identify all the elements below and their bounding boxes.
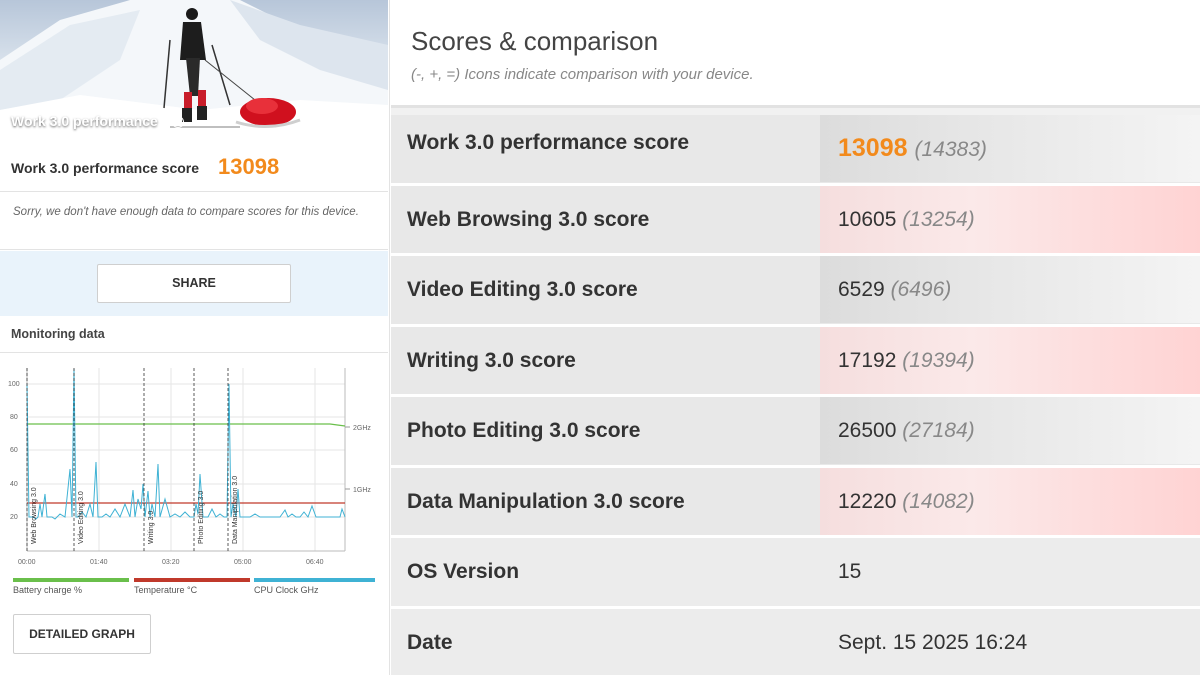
share-button[interactable]: SHARE: [97, 264, 291, 303]
row-name: Web Browsing 3.0 score: [407, 207, 650, 231]
row-date: Date Sept. 15 2025 16:24: [391, 608, 1200, 675]
marker-label: Web Browsing 3.0: [31, 487, 38, 544]
row-value: Sept. 15 2025 16:24: [838, 630, 1028, 654]
y-tick: 40: [10, 481, 18, 488]
row-name: Date: [407, 630, 453, 654]
score-value: 13098: [218, 154, 280, 179]
row-compare: (27184): [902, 419, 975, 442]
score-row-photo-editing: Photo Editing 3.0 score 26500 (27184): [391, 397, 1200, 468]
x-tick: 05:00: [234, 559, 252, 566]
row-name: Work 3.0 performance score: [407, 131, 690, 154]
row-value: 15: [838, 560, 862, 583]
row-value: 26500: [838, 419, 897, 442]
value-cell: 26500 (27184): [820, 397, 1200, 464]
info-icon[interactable]: i: [172, 116, 184, 128]
row-compare: (19394): [902, 348, 975, 372]
cpu-clock-series: [26, 368, 346, 520]
row-name: OS Version: [407, 560, 520, 583]
legend-swatch: [13, 578, 129, 582]
scores-header: Scores & comparison (-, +, =) Icons indi…: [391, 0, 1200, 108]
row-compare: (14383): [914, 138, 987, 161]
score-row-web-browsing: Web Browsing 3.0 score 10605 (13254): [391, 185, 1200, 256]
legend-label: Temperature °C: [134, 585, 198, 595]
right-tick: 2GHz: [353, 425, 371, 432]
score-row-data-manipulation: Data Manipulation 3.0 score 12220 (14082…: [391, 467, 1200, 538]
legend-temperature[interactable]: Temperature °C: [134, 578, 250, 598]
score-row: Work 3.0 performance score 13098: [0, 142, 388, 192]
monitoring-graph[interactable]: 100 80 60 40 20 00:00 01:40 03:20 05:00 …: [0, 354, 388, 594]
legend-battery[interactable]: Battery charge %: [13, 578, 129, 598]
legend-swatch: [254, 578, 375, 582]
left-panel: Work 3.0 performance i Work 3.0 performa…: [0, 0, 390, 675]
score-row-work: Work 3.0 performance score 13098 (14383): [391, 115, 1200, 186]
marker-label: Data Manipulation 3.0: [232, 476, 239, 544]
value-cell: 12220 (14082): [820, 467, 1200, 535]
x-tick: 03:20: [162, 559, 180, 566]
x-tick: 06:40: [306, 559, 324, 566]
score-row-writing: Writing 3.0 score 17192 (19394): [391, 326, 1200, 397]
row-compare: (14082): [902, 489, 975, 513]
x-tick: 01:40: [90, 559, 108, 566]
y-tick: 100: [8, 381, 20, 388]
scores-title: Scores & comparison: [411, 26, 659, 56]
row-os-version: OS Version 15: [391, 538, 1200, 609]
row-name: Data Manipulation 3.0 score: [407, 489, 685, 513]
score-label: Work 3.0 performance score: [11, 160, 200, 176]
marker-label: Photo Editing 3.0: [198, 491, 205, 544]
row-compare: (13254): [902, 207, 975, 231]
row-name: Photo Editing 3.0 score: [407, 419, 641, 442]
share-area: SHARE: [0, 251, 388, 316]
row-value: 12220: [838, 489, 897, 513]
x-tick: 00:00: [18, 559, 36, 566]
row-compare: (6496): [890, 278, 952, 301]
marker-label: Video Editing 3.0: [78, 491, 85, 544]
row-value: 10605: [838, 207, 897, 231]
legend-swatch: [134, 578, 250, 582]
y-tick: 80: [10, 414, 18, 421]
score-row-video-editing: Video Editing 3.0 score 6529 (6496): [391, 256, 1200, 327]
y-tick: 60: [10, 447, 18, 454]
detailed-graph-button[interactable]: DETAILED GRAPH: [13, 614, 151, 654]
legend-label: Battery charge %: [13, 585, 83, 595]
no-data-message: Sorry, we don't have enough data to comp…: [0, 193, 388, 250]
scores-subtitle: (-, +, =) Icons indicate comparison with…: [411, 66, 754, 83]
monitoring-title: Monitoring data: [0, 317, 388, 353]
row-name: Writing 3.0 score: [407, 348, 576, 372]
hero-title: Work 3.0 performance: [11, 113, 158, 129]
scores-table: Work 3.0 performance score 13098 (14383)…: [391, 115, 1200, 675]
value-cell: 13098 (14383): [820, 115, 1200, 182]
legend-label: CPU Clock GHz: [254, 585, 319, 595]
row-value: 13098: [838, 134, 908, 162]
hero-image: Work 3.0 performance i: [0, 0, 388, 142]
value-cell: 6529 (6496): [820, 256, 1200, 323]
row-value: 6529: [838, 278, 885, 301]
legend-cpu-clock[interactable]: CPU Clock GHz: [254, 578, 375, 598]
graph-legend: Battery charge % Temperature °C CPU Cloc…: [13, 578, 378, 598]
scores-panel: Scores & comparison (-, +, =) Icons indi…: [391, 0, 1200, 675]
row-value: 17192: [838, 348, 897, 372]
value-cell: Sept. 15 2025 16:24: [820, 608, 1200, 675]
y-tick: 20: [10, 514, 18, 521]
right-tick: 1GHz: [353, 487, 371, 494]
value-cell: 10605 (13254): [820, 185, 1200, 253]
marker-label: Writing 3.0: [148, 511, 155, 544]
value-cell: 15: [820, 538, 1200, 605]
row-name: Video Editing 3.0 score: [407, 278, 638, 301]
value-cell: 17192 (19394): [820, 326, 1200, 394]
